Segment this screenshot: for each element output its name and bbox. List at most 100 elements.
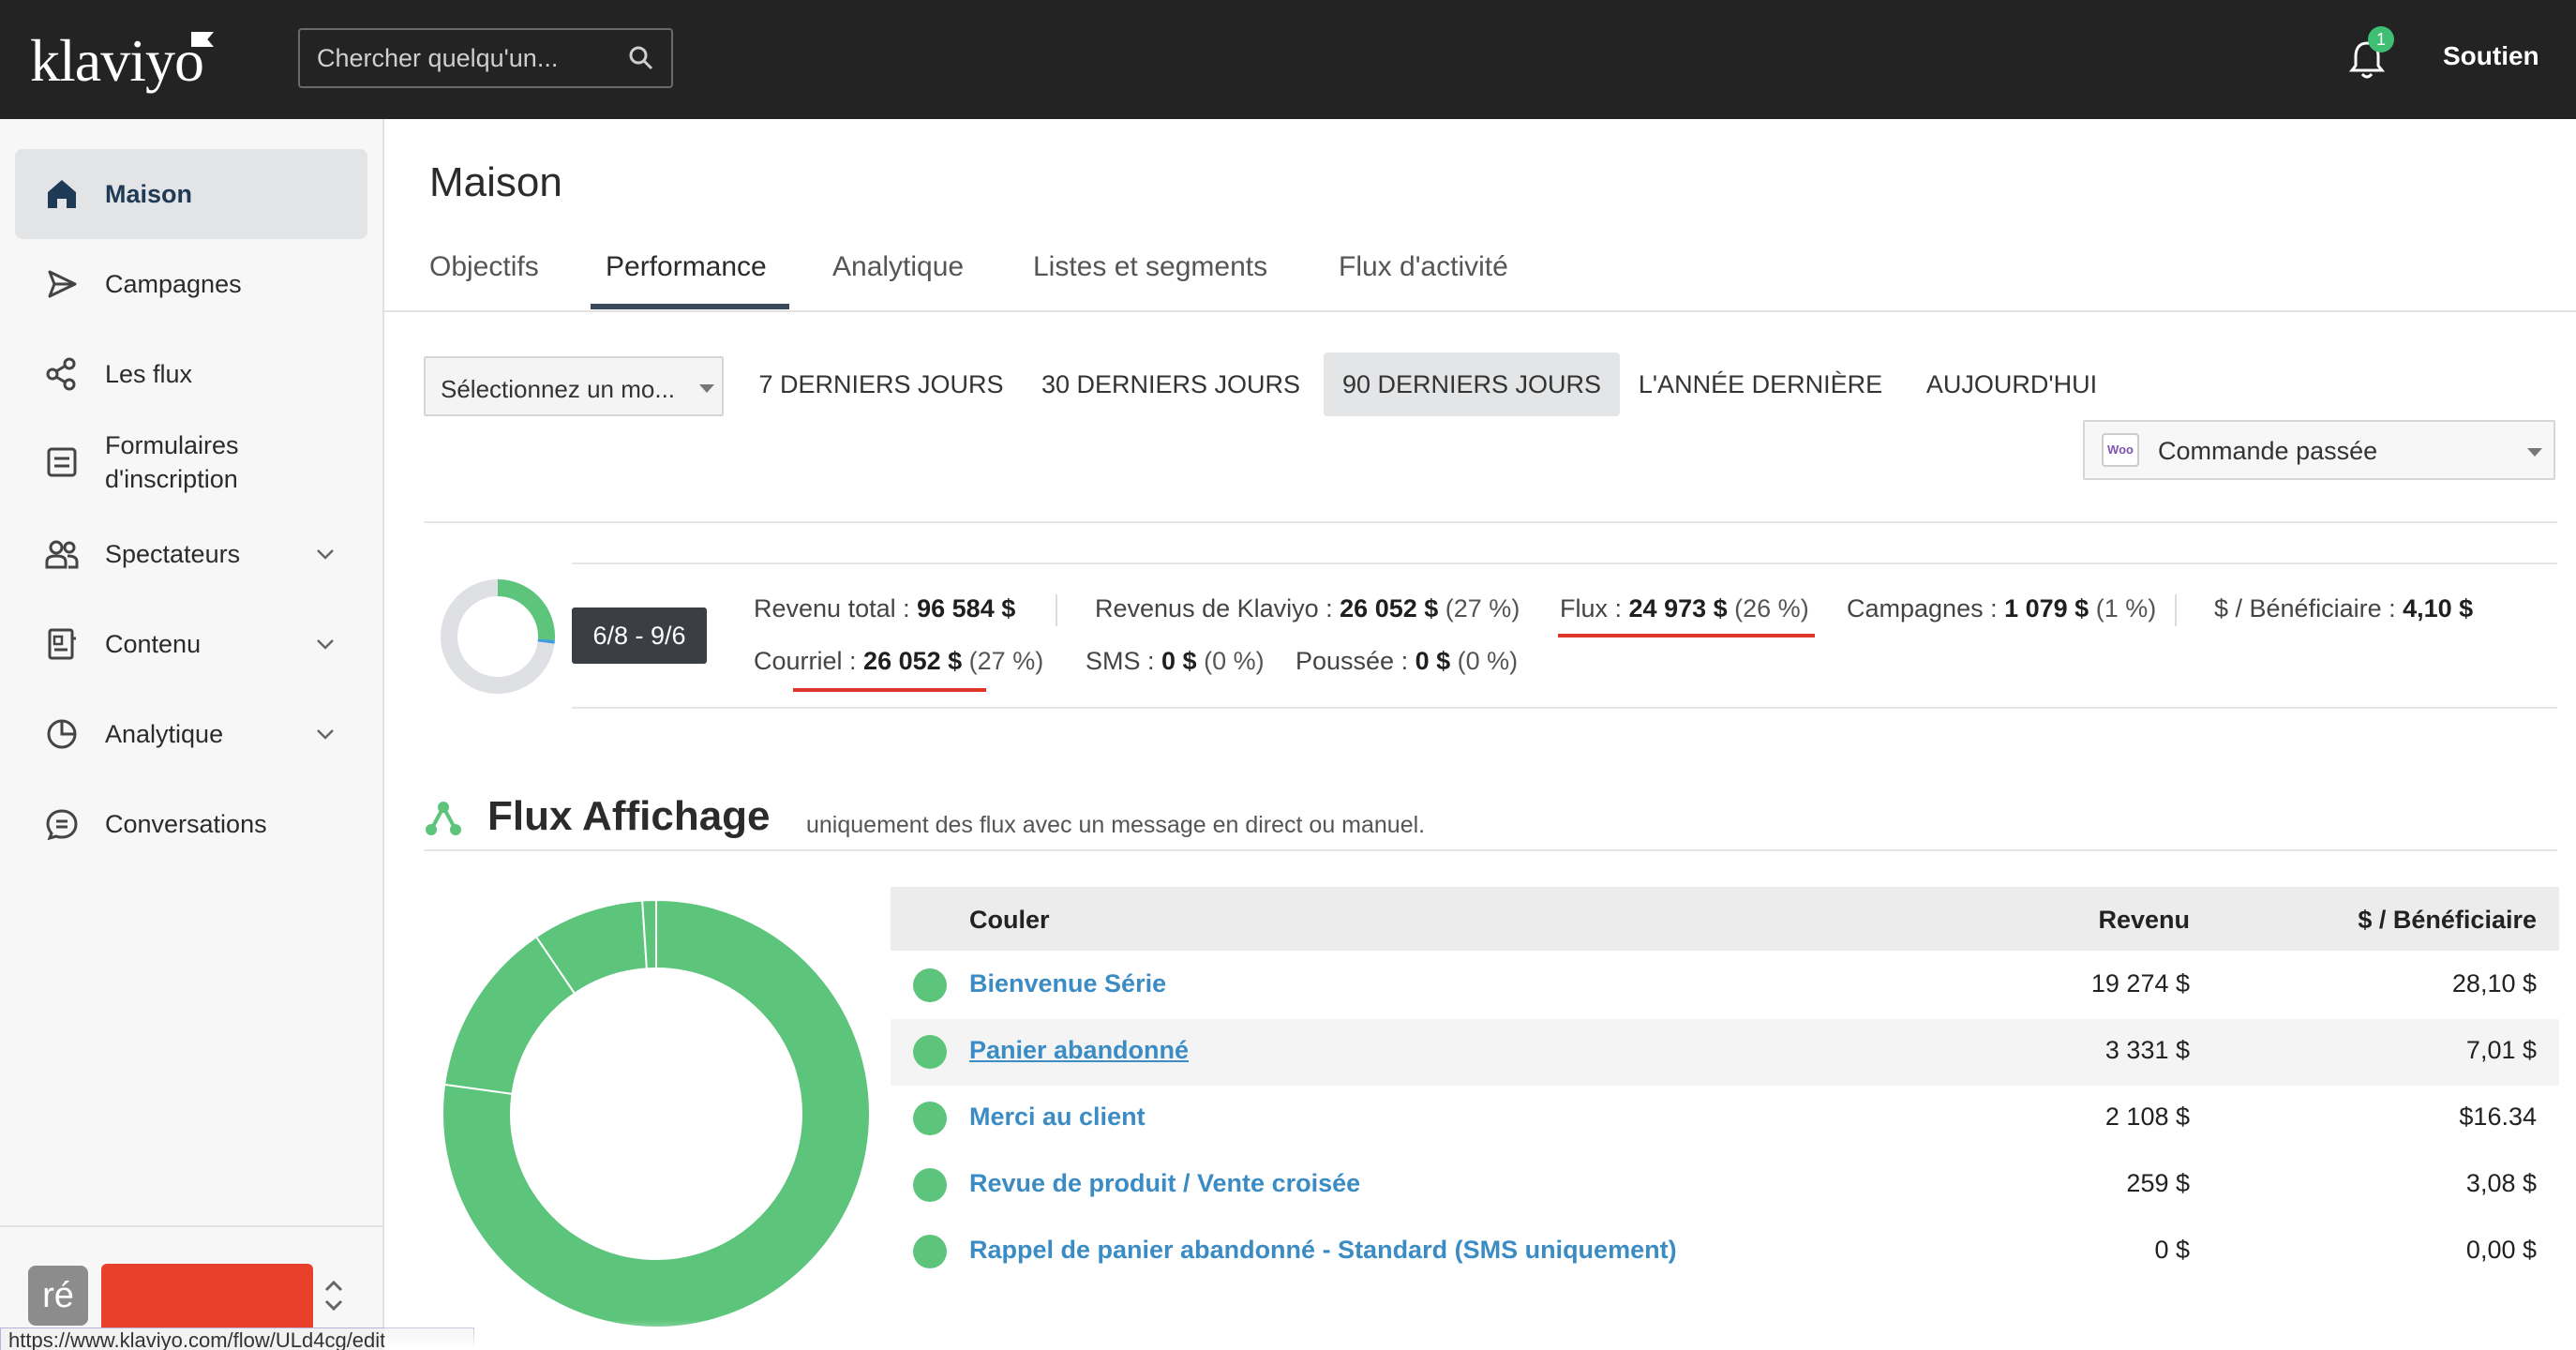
flow-color-dot <box>913 1035 947 1069</box>
account-avatar[interactable]: ré <box>28 1266 88 1326</box>
sidebar-item-content[interactable]: Contenu <box>15 599 367 689</box>
table-row: Bienvenue Série 19 274 $ 28,10 $ <box>891 952 2559 1019</box>
flows-icon <box>46 357 76 391</box>
tabs-divider <box>384 310 2576 312</box>
analytics-icon <box>47 719 77 749</box>
home-icon <box>48 180 76 208</box>
sidebar-divider <box>0 1225 382 1227</box>
sidebar-item-label: Spectateurs <box>105 540 241 568</box>
search-input[interactable] <box>317 30 626 86</box>
stat-value: 1 079 $ <box>2004 594 2089 622</box>
account-switch-icon[interactable] <box>321 1275 347 1316</box>
summary-bottom-divider <box>572 707 2557 709</box>
stat-percent: (27 %) <box>968 647 1044 675</box>
flow-name-link[interactable]: Merci au client <box>969 1102 1146 1132</box>
sidebar-item-label: Conversations <box>105 810 267 838</box>
stat-label: Courriel : <box>754 647 857 675</box>
flow-name-link[interactable]: Rappel de panier abandonné - Standard (S… <box>969 1236 1677 1265</box>
stat-value: 0 $ <box>1161 647 1197 675</box>
stat-label: Flux : <box>1560 594 1623 622</box>
flow-name-link[interactable]: Revue de produit / Vente croisée <box>969 1169 1360 1198</box>
sidebar-item-label: Analytique <box>105 720 224 748</box>
metric-select[interactable]: Woo Commande passée <box>2083 420 2555 480</box>
chat-icon <box>46 809 78 841</box>
stat-value: 24 973 $ <box>1628 594 1728 622</box>
sidebar-item-label-line: Formulaires <box>105 431 239 459</box>
flow-per-recipient: 7,01 $ <box>2465 1036 2537 1064</box>
stat-separator <box>1056 594 1057 626</box>
flow-name-link[interactable]: Panier abandonné <box>969 1036 1189 1065</box>
stat-label: Revenus de Klaviyo : <box>1095 594 1333 622</box>
stat-percent: (0 %) <box>1204 647 1265 675</box>
range-30-days-button[interactable]: 30 DERNIERS JOURS <box>1035 352 1307 416</box>
flows-revenue-donut <box>442 898 871 1328</box>
klaviyo-logo[interactable]: klaviyo <box>30 26 204 96</box>
sidebar-item-label: Les flux <box>105 360 193 388</box>
metric-select-value: Commande passée <box>2158 437 2378 465</box>
sidebar: Maison Campagnes Les flux Formulaires d'i… <box>0 119 384 1350</box>
woocommerce-icon: Woo <box>2102 433 2139 467</box>
summary-donut-flows-slice <box>497 579 555 640</box>
section-divider <box>424 849 2557 851</box>
stat-sms-revenue: SMS : 0 $ (0 %) <box>1086 647 1265 676</box>
sidebar-item-label: Contenu <box>105 630 202 658</box>
range-today-button[interactable]: AUJOURD'HUI <box>1909 352 2115 416</box>
stat-klaviyo-revenue: Revenus de Klaviyo : 26 052 $ (27 %) <box>1095 594 1520 623</box>
summary-top-divider <box>572 562 2557 564</box>
tab-flux-activite[interactable]: Flux d'activité <box>1339 251 1508 283</box>
column-header-flow[interactable]: Couler <box>969 906 1050 935</box>
caret-down-icon <box>2527 448 2542 457</box>
column-header-revenue[interactable]: Revenu <box>2098 906 2190 935</box>
flows-section-icon <box>426 802 461 835</box>
stat-label: SMS : <box>1086 647 1155 675</box>
sidebar-item-flows[interactable]: Les flux <box>15 329 367 419</box>
filters-divider <box>424 521 2557 523</box>
support-link[interactable]: Soutien <box>2443 41 2539 71</box>
tab-listes-segments[interactable]: Listes et segments <box>1033 251 1267 283</box>
sidebar-item-audience[interactable]: Spectateurs <box>15 509 367 599</box>
sidebar-item-campaigns[interactable]: Campagnes <box>15 239 367 329</box>
section-title: Flux Affichage <box>487 793 771 839</box>
chevron-down-icon[interactable] <box>313 542 337 566</box>
flow-per-recipient: $16.34 <box>2459 1102 2537 1131</box>
stat-label: Poussée : <box>1295 647 1409 675</box>
annotation-underline-email <box>793 688 986 692</box>
stat-percent: (27 %) <box>1445 594 1520 622</box>
flow-name-link[interactable]: Bienvenue Série <box>969 969 1166 998</box>
tab-analytique[interactable]: Analytique <box>832 251 964 283</box>
flows-table-header: Couler Revenu $ / Bénéficiaire <box>891 887 2559 951</box>
search-icon[interactable] <box>628 45 654 71</box>
tab-objectifs[interactable]: Objectifs <box>429 251 539 283</box>
range-90-days-button[interactable]: 90 DERNIERS JOURS <box>1324 352 1620 416</box>
sidebar-item-label: Maison <box>105 180 193 208</box>
sidebar-item-home[interactable]: Maison <box>15 149 367 239</box>
stat-separator <box>2175 594 2177 626</box>
scroll-fade <box>384 1320 2576 1350</box>
stat-percent: (1 %) <box>2095 594 2157 622</box>
stat-campaigns-revenue: Campagnes : 1 079 $ (1 %) <box>1847 594 2156 623</box>
stat-email-revenue: Courriel : 26 052 $ (27 %) <box>754 647 1043 676</box>
sidebar-item-analytics[interactable]: Analytique <box>15 689 367 779</box>
model-select[interactable]: Sélectionnez un mo... <box>424 356 724 416</box>
redacted-account-name <box>101 1264 313 1333</box>
stat-label: Campagnes : <box>1847 594 1998 622</box>
annotation-underline-flows <box>1558 634 1815 638</box>
column-header-per-recipient[interactable]: $ / Bénéficiaire <box>2358 906 2537 935</box>
table-row: Merci au client 2 108 $ $16.34 <box>891 1086 2559 1152</box>
flow-per-recipient: 28,10 $ <box>2451 969 2537 998</box>
table-row: Revue de produit / Vente croisée 259 $ 3… <box>891 1152 2559 1219</box>
sidebar-item-signup-forms[interactable]: Formulaires d'inscription <box>15 417 367 507</box>
stat-flows-revenue: Flux : 24 973 $ (26 %) <box>1560 594 1809 623</box>
range-7-days-button[interactable]: 7 DERNIERS JOURS <box>750 352 1012 416</box>
flow-revenue: 19 274 $ <box>2090 969 2190 998</box>
flow-per-recipient: 0,00 $ <box>2465 1236 2537 1264</box>
range-last-year-button[interactable]: L'ANNÉE DERNIÈRE <box>1637 352 1884 416</box>
tab-performance[interactable]: Performance <box>606 251 767 283</box>
chevron-down-icon[interactable] <box>313 722 337 746</box>
stat-percent: (0 %) <box>1457 647 1519 675</box>
search-box[interactable] <box>298 28 673 88</box>
sidebar-item-conversations[interactable]: Conversations <box>15 779 367 869</box>
section-subtitle: uniquement des flux avec un message en d… <box>806 812 1426 838</box>
chevron-down-icon[interactable] <box>313 632 337 656</box>
stat-value: 0 $ <box>1415 647 1451 675</box>
